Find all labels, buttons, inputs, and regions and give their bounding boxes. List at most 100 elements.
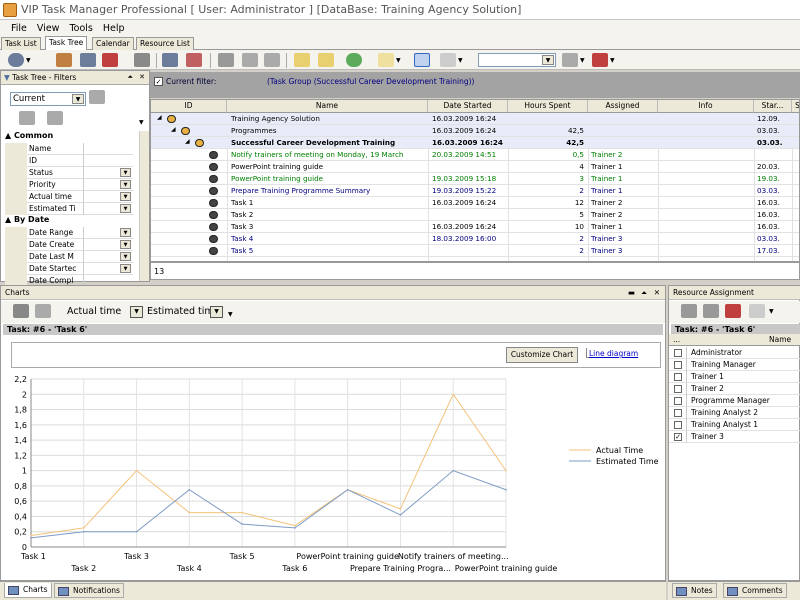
column-status[interactable]: S bbox=[792, 100, 799, 113]
expand-toggle-icon[interactable]: ◢ bbox=[185, 138, 190, 145]
edit-task-icon[interactable] bbox=[56, 53, 72, 67]
chevron-down-icon[interactable]: ▼ bbox=[120, 192, 131, 201]
chevron-down-icon[interactable]: ▼ bbox=[458, 57, 463, 64]
filter-row-value[interactable]: ▼ bbox=[83, 203, 133, 215]
tab-task-tree[interactable]: Task Tree bbox=[45, 36, 88, 51]
list-item[interactable]: Training Analyst 1 bbox=[669, 419, 800, 431]
add-resource-icon[interactable] bbox=[681, 304, 697, 318]
list-item[interactable]: ✓ Trainer 3 bbox=[669, 431, 800, 443]
expand-icon[interactable] bbox=[294, 53, 310, 67]
group-icon[interactable] bbox=[162, 53, 178, 67]
filter-row[interactable]: Date Startec ▼ bbox=[5, 263, 133, 275]
chevron-down-icon[interactable]: ▼ bbox=[120, 180, 131, 189]
table-row[interactable]: Task 3 16.03.2009 16:24 10 Trainer 1 16.03. bbox=[151, 221, 799, 233]
chevron-down-icon[interactable]: ▼ bbox=[396, 57, 401, 64]
ungroup-icon[interactable] bbox=[186, 53, 202, 67]
chevron-down-icon[interactable]: ▼ bbox=[580, 57, 585, 64]
filter-row[interactable]: Date Range ▼ bbox=[5, 227, 133, 239]
tab-task-list[interactable]: Task List bbox=[1, 37, 41, 50]
table-row[interactable]: Task 2 5 Trainer 2 16.03. bbox=[151, 209, 799, 221]
filter-row[interactable]: ID bbox=[5, 155, 133, 167]
filter-row[interactable]: Estimated Ti ▼ bbox=[5, 203, 133, 215]
print-preview-icon[interactable] bbox=[35, 304, 51, 318]
table-row[interactable]: PowerPoint training guide 4 Trainer 1 20.03… bbox=[151, 161, 799, 173]
move-down-icon[interactable] bbox=[264, 53, 280, 67]
actual-time-dropdown[interactable]: ▼ bbox=[130, 306, 143, 318]
filter-scrollbar[interactable] bbox=[139, 131, 149, 281]
table-row[interactable]: ◢ Training Agency Solution 16.03.2009 16:2… bbox=[151, 113, 799, 125]
delete-task-icon[interactable] bbox=[102, 53, 118, 67]
menu-file[interactable]: File bbox=[11, 23, 27, 34]
column-info[interactable]: Info bbox=[658, 100, 754, 113]
resource-checkbox[interactable] bbox=[674, 361, 682, 369]
filter-row-value[interactable]: ▼ bbox=[83, 239, 133, 251]
chevron-down-icon[interactable]: ▼ bbox=[120, 264, 131, 273]
filter-row-value[interactable] bbox=[83, 143, 133, 155]
tab-calendar[interactable]: Calendar bbox=[92, 37, 134, 50]
table-row[interactable]: PowerPoint training guide 19.03.2009 15:1… bbox=[151, 173, 799, 185]
menu-view[interactable]: View bbox=[37, 23, 60, 34]
tab-resource-list[interactable]: Resource List bbox=[136, 37, 194, 50]
move-up-icon[interactable] bbox=[242, 53, 258, 67]
chevron-down-icon[interactable]: ▼ bbox=[769, 308, 774, 315]
add-filter-icon[interactable] bbox=[19, 111, 35, 125]
tab-notes[interactable]: Notes bbox=[672, 583, 717, 598]
chevron-down-icon[interactable]: ▼ bbox=[139, 119, 144, 126]
resource-checkbox[interactable] bbox=[674, 349, 682, 357]
pin-icon[interactable]: ⏶ bbox=[641, 288, 647, 298]
column-name[interactable]: Name bbox=[227, 100, 428, 113]
filter-row[interactable]: Date Last M ▼ bbox=[5, 251, 133, 263]
resource-checkbox[interactable] bbox=[674, 385, 682, 393]
close-icon[interactable]: ✕ bbox=[654, 288, 660, 297]
list-item[interactable]: Programme Manager bbox=[669, 395, 800, 407]
chevron-down-icon[interactable]: ▼ bbox=[120, 228, 131, 237]
resource-checkbox[interactable]: ✓ bbox=[674, 433, 682, 441]
table-row[interactable]: Task 5 2 Trainer 3 17.03. bbox=[151, 245, 799, 257]
table-row[interactable]: Task 1 16.03.2009 16:24 12 Trainer 2 16.03. bbox=[151, 197, 799, 209]
fit-width-icon[interactable] bbox=[414, 53, 430, 67]
column-name[interactable]: Name bbox=[769, 335, 791, 344]
remove-filter-icon[interactable] bbox=[47, 111, 63, 125]
menu-tools[interactable]: Tools bbox=[69, 23, 92, 34]
tab-charts[interactable]: Charts bbox=[4, 583, 52, 598]
chevron-down-icon[interactable]: ▼ bbox=[120, 204, 131, 213]
chevron-down-icon[interactable]: ▼ bbox=[120, 240, 131, 249]
collapse-icon[interactable]: ▲ bbox=[5, 215, 14, 224]
customize-chart-button[interactable]: Customize Chart bbox=[506, 347, 578, 363]
resource-checkbox[interactable] bbox=[674, 397, 682, 405]
close-filter-icon[interactable] bbox=[592, 53, 608, 67]
refresh-icon[interactable] bbox=[346, 53, 362, 67]
export-icon[interactable] bbox=[562, 53, 578, 67]
table-row[interactable]: Notify trainers of meeting on Monday, 19… bbox=[151, 149, 799, 161]
list-item[interactable]: Training Analyst 2 bbox=[669, 407, 800, 419]
tab-comments[interactable]: Comments bbox=[723, 583, 787, 598]
table-row[interactable]: ◢ Successful Career Development Training 1… bbox=[151, 137, 799, 149]
filter-row[interactable]: Priority ▼ bbox=[5, 179, 133, 191]
column-id[interactable]: ID bbox=[151, 100, 227, 113]
clear-filter-icon[interactable] bbox=[89, 90, 105, 104]
column-start[interactable]: Star... bbox=[754, 100, 792, 113]
filter-row-value[interactable]: ▼ bbox=[83, 191, 133, 203]
estimated-time-dropdown[interactable]: ▼ bbox=[210, 306, 223, 318]
table-row[interactable]: ◢ Programmes 16.03.2009 16:24 42,5 03.03. bbox=[151, 125, 799, 137]
filter-row-value[interactable]: ▼ bbox=[83, 179, 133, 191]
print-icon[interactable] bbox=[378, 53, 394, 67]
chevron-down-icon[interactable]: ▼ bbox=[26, 57, 31, 64]
copy-task-icon[interactable] bbox=[80, 53, 96, 67]
line-diagram-link[interactable]: Line diagram bbox=[589, 349, 638, 358]
filter-icon[interactable] bbox=[134, 53, 150, 67]
table-row[interactable]: Task 4 18.03.2009 16:00 2 Trainer 3 03.03. bbox=[151, 233, 799, 245]
column-assigned[interactable]: Assigned bbox=[588, 100, 658, 113]
tab-notifications[interactable]: Notifications bbox=[54, 583, 124, 598]
resource-checkbox[interactable] bbox=[674, 409, 682, 417]
chevron-down-icon[interactable]: ▼ bbox=[120, 252, 131, 261]
filter-row-value[interactable]: ▼ bbox=[83, 263, 133, 275]
filter-section[interactable]: ▲ Common bbox=[5, 131, 135, 143]
new-task-icon[interactable] bbox=[8, 53, 24, 67]
filter-row[interactable]: Status ▼ bbox=[5, 167, 133, 179]
expand-toggle-icon[interactable]: ◢ bbox=[171, 126, 176, 133]
filter-row[interactable]: Name bbox=[5, 143, 133, 155]
list-item[interactable]: Training Manager bbox=[669, 359, 800, 371]
filter-row-value[interactable]: ▼ bbox=[83, 251, 133, 263]
column-date-started[interactable]: Date Started bbox=[428, 100, 508, 113]
